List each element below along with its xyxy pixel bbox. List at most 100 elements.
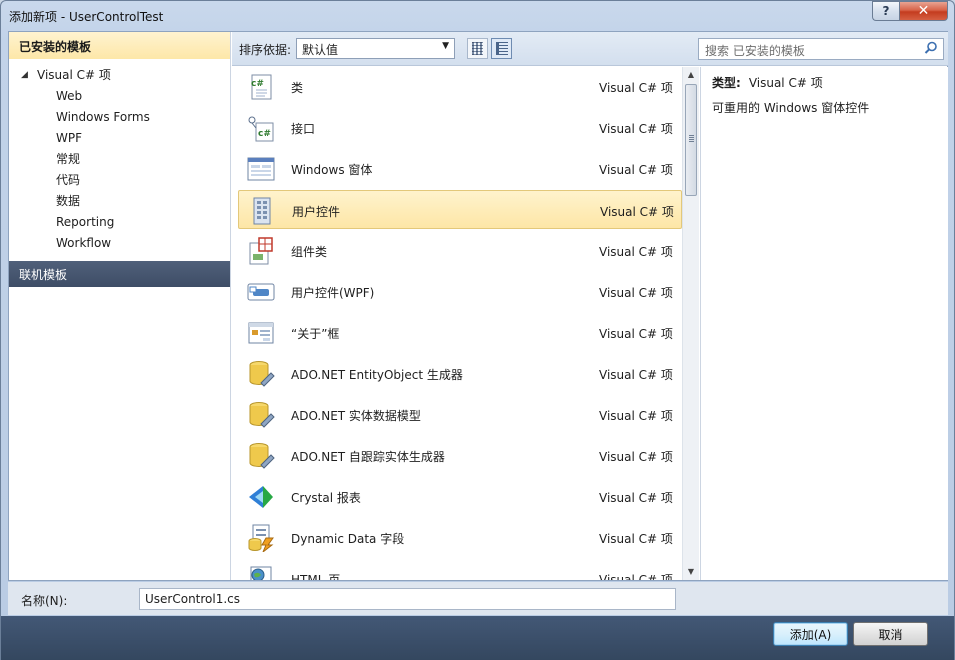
category-tree: ◢ Visual C# 项 Web Windows Forms WPF 常规 代… — [9, 65, 230, 254]
template-list-scrollbar[interactable]: ▲ ▼ — [682, 67, 699, 580]
name-row: 名称(N): UserControl1.cs — [8, 582, 948, 615]
template-details-pane: 类型: Visual C# 项 可重用的 Windows 窗体控件 — [700, 67, 948, 580]
details-view-button[interactable] — [491, 38, 512, 59]
details-type-label: 类型: — [712, 76, 741, 90]
grip-icon — [689, 135, 694, 142]
svg-text:c#: c# — [258, 129, 271, 139]
template-type: Visual C# 项 — [599, 327, 673, 341]
template-type: Visual C# 项 — [600, 205, 674, 219]
tree-root-visual-csharp[interactable]: ◢ Visual C# 项 — [9, 65, 230, 86]
cancel-button[interactable]: 取消 — [853, 622, 928, 646]
template-row-wpf-user-control[interactable]: 用户控件(WPF) Visual C# 项 — [238, 272, 682, 311]
entity-data-model-icon — [249, 402, 275, 428]
template-list: c# 类 Visual C# 项 c# 接口 Visual C# 项 Windo… — [232, 67, 696, 580]
template-name: Dynamic Data 字段 — [291, 532, 405, 546]
svg-text:c#: c# — [251, 79, 264, 89]
window-title: 添加新项 - UserControlTest — [9, 10, 164, 24]
wpf-user-control-icon — [247, 283, 275, 301]
template-type: Visual C# 项 — [599, 245, 673, 259]
template-type: Visual C# 项 — [599, 163, 673, 177]
dialog-content: 已安装的模板 ◢ Visual C# 项 Web Windows Forms W… — [8, 31, 948, 581]
name-label: 名称(N): — [21, 594, 68, 608]
sort-by-label: 排序依据: — [239, 43, 292, 57]
tree-item-reporting[interactable]: Reporting — [9, 212, 230, 233]
details-description: 可重用的 Windows 窗体控件 — [712, 101, 870, 115]
sort-by-value: 默认值 — [302, 43, 339, 57]
template-type: Visual C# 项 — [599, 573, 673, 580]
about-box-icon — [248, 322, 274, 344]
sort-by-dropdown[interactable]: 默认值 ▼ — [296, 38, 455, 59]
template-category-pane: 已安装的模板 ◢ Visual C# 项 Web Windows Forms W… — [9, 32, 231, 580]
help-button[interactable]: ? — [872, 1, 899, 21]
database-generator-icon — [249, 361, 275, 387]
template-row-about-box[interactable]: “关于”框 Visual C# 项 — [238, 313, 682, 352]
csharp-interface-icon: c# — [248, 116, 274, 142]
add-new-item-dialog: 添加新项 - UserControlTest ? ✕ 已安装的模板 ◢ Visu… — [0, 0, 955, 660]
crystal-report-icon — [249, 486, 273, 508]
tree-item-data[interactable]: 数据 — [9, 191, 230, 212]
template-name: HTML 页 — [291, 573, 341, 580]
html-page-icon — [250, 566, 272, 580]
template-name: “关于”框 — [291, 327, 340, 341]
template-name: 接口 — [291, 122, 316, 136]
installed-templates-header[interactable]: 已安装的模板 — [9, 32, 230, 59]
expand-triangle-icon[interactable]: ◢ — [21, 65, 28, 86]
template-name: ADO.NET EntityObject 生成器 — [291, 368, 463, 382]
template-type: Visual C# 项 — [599, 368, 673, 382]
template-name: ADO.NET 实体数据模型 — [291, 409, 421, 423]
details-type-line: 类型: Visual C# 项 — [712, 74, 937, 94]
add-button[interactable]: 添加(A) — [773, 622, 848, 646]
template-name: 用户控件 — [292, 205, 341, 219]
template-row-component-class[interactable]: 组件类 Visual C# 项 — [238, 231, 682, 270]
tree-item-web[interactable]: Web — [9, 86, 230, 107]
template-row-class[interactable]: c# 类 Visual C# 项 — [238, 67, 682, 106]
template-type: Visual C# 项 — [599, 450, 673, 464]
scrollbar-thumb[interactable] — [685, 84, 697, 196]
tree-item-workflow[interactable]: Workflow — [9, 233, 230, 254]
user-control-icon — [253, 197, 271, 225]
template-row-crystal-report[interactable]: Crystal 报表 Visual C# 项 — [238, 477, 682, 516]
online-templates-header[interactable]: 联机模板 — [9, 261, 230, 287]
scroll-down-icon[interactable]: ▼ — [683, 564, 699, 580]
csharp-class-icon: c# — [251, 74, 272, 100]
details-type-value: Visual C# 项 — [748, 76, 823, 90]
scroll-up-icon[interactable]: ▲ — [683, 67, 699, 83]
tree-item-wpf[interactable]: WPF — [9, 128, 230, 149]
component-class-icon — [249, 237, 273, 265]
list-view-icon — [495, 42, 508, 55]
template-row-user-control[interactable]: 用户控件 Visual C# 项 — [238, 190, 682, 229]
template-name: Windows 窗体 — [291, 163, 373, 177]
template-name: 类 — [291, 81, 304, 95]
name-input[interactable]: UserControl1.cs — [139, 588, 676, 610]
chevron-down-icon: ▼ — [442, 41, 449, 51]
close-button[interactable]: ✕ — [899, 1, 948, 21]
medium-icons-view-button[interactable] — [467, 38, 488, 59]
template-toolbar: 排序依据: 默认值 ▼ 搜索 已安装的模板 — [232, 32, 948, 66]
dynamic-data-icon — [248, 524, 274, 552]
template-row-self-tracking-entity-generator[interactable]: ADO.NET 自跟踪实体生成器 Visual C# 项 — [238, 436, 682, 475]
template-name: ADO.NET 自跟踪实体生成器 — [291, 450, 445, 464]
template-row-interface[interactable]: c# 接口 Visual C# 项 — [238, 108, 682, 147]
grid-view-icon — [472, 42, 483, 55]
tree-item-windows-forms[interactable]: Windows Forms — [9, 107, 230, 128]
search-icon[interactable] — [924, 41, 938, 55]
search-input[interactable]: 搜索 已安装的模板 — [698, 38, 944, 60]
template-row-entity-data-model[interactable]: ADO.NET 实体数据模型 Visual C# 项 — [238, 395, 682, 434]
template-type: Visual C# 项 — [599, 81, 673, 95]
template-row-html-page[interactable]: HTML 页 Visual C# 项 — [238, 559, 682, 580]
title-bar[interactable]: 添加新项 - UserControlTest ? ✕ — [1, 1, 954, 31]
tree-root-label: Visual C# 项 — [37, 68, 111, 82]
template-name: 用户控件(WPF) — [291, 286, 375, 300]
template-name: 组件类 — [291, 245, 328, 259]
template-row-windows-form[interactable]: Windows 窗体 Visual C# 项 — [238, 149, 682, 188]
self-tracking-entity-icon — [249, 443, 275, 469]
tree-item-general[interactable]: 常规 — [9, 149, 230, 170]
template-row-entityobject-generator[interactable]: ADO.NET EntityObject 生成器 Visual C# 项 — [238, 354, 682, 393]
search-placeholder: 搜索 已安装的模板 — [705, 44, 805, 58]
windows-form-icon — [247, 157, 275, 181]
tree-item-code[interactable]: 代码 — [9, 170, 230, 191]
template-row-dynamic-data-field[interactable]: Dynamic Data 字段 Visual C# 项 — [238, 518, 682, 557]
template-type: Visual C# 项 — [599, 122, 673, 136]
template-type: Visual C# 项 — [599, 532, 673, 546]
template-type: Visual C# 项 — [599, 491, 673, 505]
